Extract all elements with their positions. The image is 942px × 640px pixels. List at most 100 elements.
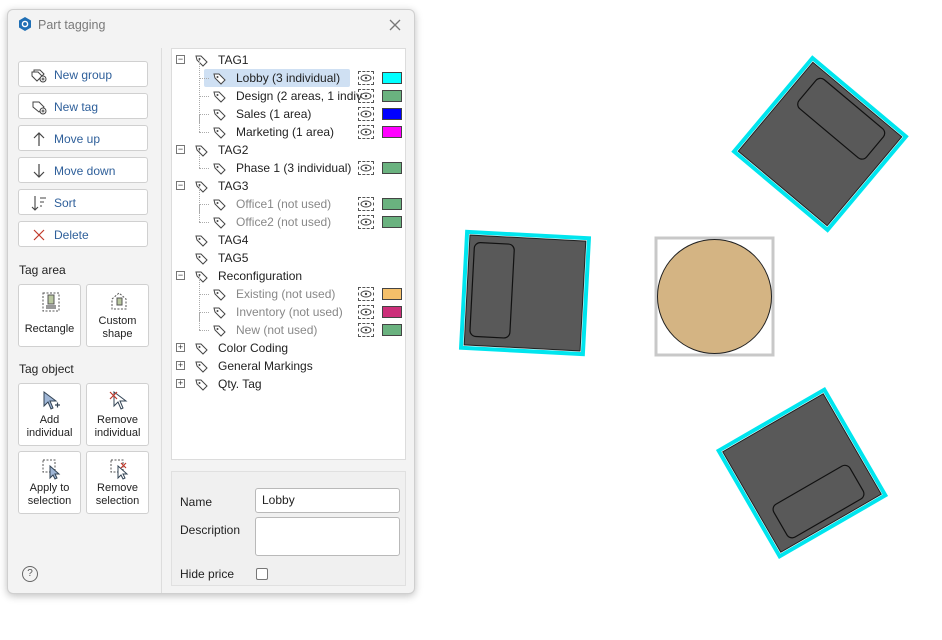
visibility-eye-icon[interactable] — [358, 215, 374, 229]
sort-button[interactable]: Sort — [18, 189, 148, 215]
tree-connector — [199, 222, 209, 223]
new-group-label: New group — [54, 68, 113, 82]
collapse-toggle-icon[interactable]: − — [176, 145, 185, 154]
custom-shape-label-line2: shape — [102, 328, 133, 340]
remove-selection-label-line1: Remove — [97, 482, 138, 494]
tree-group-row[interactable]: + Color Coding — [172, 339, 405, 357]
tree-tag-row[interactable]: Existing (not used) — [172, 276, 405, 303]
remove-individual-button[interactable]: Remove individual — [86, 383, 149, 446]
apply-to-selection-button[interactable]: Apply to selection — [18, 451, 81, 514]
new-tag-button[interactable]: New tag — [18, 93, 148, 119]
tag-icon — [213, 305, 227, 319]
tree-tag-label: Sales (1 area) — [236, 107, 312, 121]
tree-tag-row[interactable]: Marketing (1 area) — [172, 114, 405, 141]
tree-tag-row[interactable]: Lobby (3 individual) — [172, 60, 405, 87]
tree-tag-row[interactable]: Sales (1 area) — [172, 96, 405, 123]
tree-group-row[interactable]: TAG5 — [172, 249, 405, 267]
tag-color-swatch[interactable] — [382, 216, 402, 228]
new-group-icon — [31, 69, 47, 83]
expand-toggle-icon[interactable]: + — [176, 361, 185, 370]
hide-price-label: Hide price — [180, 567, 235, 581]
tree-group-row[interactable]: − TAG3 — [172, 177, 405, 195]
tag-color-swatch[interactable] — [382, 306, 402, 318]
tag-color-swatch[interactable] — [382, 198, 402, 210]
tree-group-row[interactable]: TAG4 — [172, 231, 405, 249]
tag-area-heading: Tag area — [19, 263, 66, 277]
custom-shape-label-line1: Custom — [98, 315, 137, 327]
move-down-button[interactable]: Move down — [18, 157, 148, 183]
name-field[interactable]: Lobby — [255, 488, 400, 513]
collapse-toggle-icon[interactable]: − — [176, 181, 185, 190]
desk-bottom-right[interactable] — [715, 386, 889, 560]
tag-color-swatch[interactable] — [382, 108, 402, 120]
help-button[interactable]: ? — [22, 566, 38, 582]
close-button[interactable] — [384, 14, 406, 36]
tree-connector — [199, 114, 200, 132]
selection-apply-icon — [42, 459, 61, 480]
remove-individual-label-line1: Remove — [97, 414, 138, 426]
tree-group-row[interactable]: − TAG1 — [172, 51, 405, 69]
add-individual-button[interactable]: Add individual — [18, 383, 81, 446]
tools-column: New group New tag Move up Move down Sort… — [8, 48, 160, 593]
move-up-button[interactable]: Move up — [18, 125, 148, 151]
visibility-eye-icon[interactable] — [358, 89, 374, 103]
expand-toggle-icon[interactable]: + — [176, 343, 185, 352]
round-table-top — [657, 239, 772, 354]
tag-icon — [213, 125, 227, 139]
tag-tree[interactable]: − TAG1 Lobby (3 individual) Design (2 areas… — [171, 48, 406, 460]
tree-tag-row[interactable]: New (not used) — [172, 312, 405, 339]
visibility-eye-icon[interactable] — [358, 305, 374, 319]
visibility-eye-icon[interactable] — [358, 71, 374, 85]
description-field[interactable] — [255, 517, 400, 556]
tree-group-row[interactable]: − Reconfiguration — [172, 267, 405, 285]
title-bar: Part tagging — [8, 10, 414, 40]
rectangle-label: Rectangle — [24, 323, 75, 335]
tree-group-row[interactable]: + General Markings — [172, 357, 405, 375]
tree-group-row[interactable]: + Qty. Tag — [172, 375, 405, 393]
remove-selection-button[interactable]: Remove selection — [86, 451, 149, 514]
tree-tag-row[interactable]: Phase 1 (3 individual) — [172, 150, 405, 177]
collapse-toggle-icon[interactable]: − — [176, 271, 185, 280]
tag-color-swatch[interactable] — [382, 72, 402, 84]
tree-connector — [199, 312, 209, 313]
hide-price-checkbox[interactable] — [256, 568, 268, 580]
tree-tag-row[interactable]: Design (2 areas, 1 indiv — [172, 78, 405, 105]
desk-left[interactable] — [458, 229, 592, 357]
tree-group-row[interactable]: − TAG2 — [172, 141, 405, 159]
help-icon: ? — [27, 568, 33, 579]
cursor-plus-icon — [43, 391, 60, 410]
tag-color-swatch[interactable] — [382, 126, 402, 138]
apply-to-selection-label: Apply to selection — [19, 482, 80, 508]
tag-color-swatch[interactable] — [382, 90, 402, 102]
new-group-button[interactable]: New group — [18, 61, 148, 87]
tree-tag-row[interactable]: Office1 (not used) — [172, 186, 405, 213]
visibility-eye-icon[interactable] — [358, 125, 374, 139]
tree-group-label: Color Coding — [218, 341, 289, 355]
add-individual-label-line1: Add — [39, 414, 60, 426]
round-table[interactable] — [654, 236, 775, 357]
tree-connector — [199, 204, 200, 222]
tree-connector — [199, 204, 209, 205]
delete-button[interactable]: Delete — [18, 221, 148, 247]
rectangle-tool-button[interactable]: Rectangle — [18, 284, 81, 347]
floor-plan-canvas[interactable] — [420, 0, 942, 640]
tree-group-label: TAG1 — [218, 53, 249, 67]
remove-selection-label-line2: selection — [95, 495, 140, 507]
tag-icon — [213, 107, 227, 121]
tag-color-swatch[interactable] — [382, 162, 402, 174]
visibility-eye-icon[interactable] — [358, 197, 374, 211]
visibility-eye-icon[interactable] — [358, 161, 374, 175]
tree-tag-row[interactable]: Inventory (not used) — [172, 294, 405, 321]
custom-shape-tool-button[interactable]: Custom shape — [86, 284, 149, 347]
visibility-eye-icon[interactable] — [358, 287, 374, 301]
desk-top-right[interactable] — [731, 55, 909, 233]
tag-group-icon — [195, 359, 209, 373]
tag-color-swatch[interactable] — [382, 288, 402, 300]
visibility-eye-icon[interactable] — [358, 107, 374, 121]
collapse-toggle-icon[interactable]: − — [176, 55, 185, 64]
tree-tag-label: Office2 (not used) — [236, 215, 332, 229]
tag-color-swatch[interactable] — [382, 324, 402, 336]
expand-toggle-icon[interactable]: + — [176, 379, 185, 388]
visibility-eye-icon[interactable] — [358, 323, 374, 337]
tree-tag-row[interactable]: Office2 (not used) — [172, 204, 405, 231]
